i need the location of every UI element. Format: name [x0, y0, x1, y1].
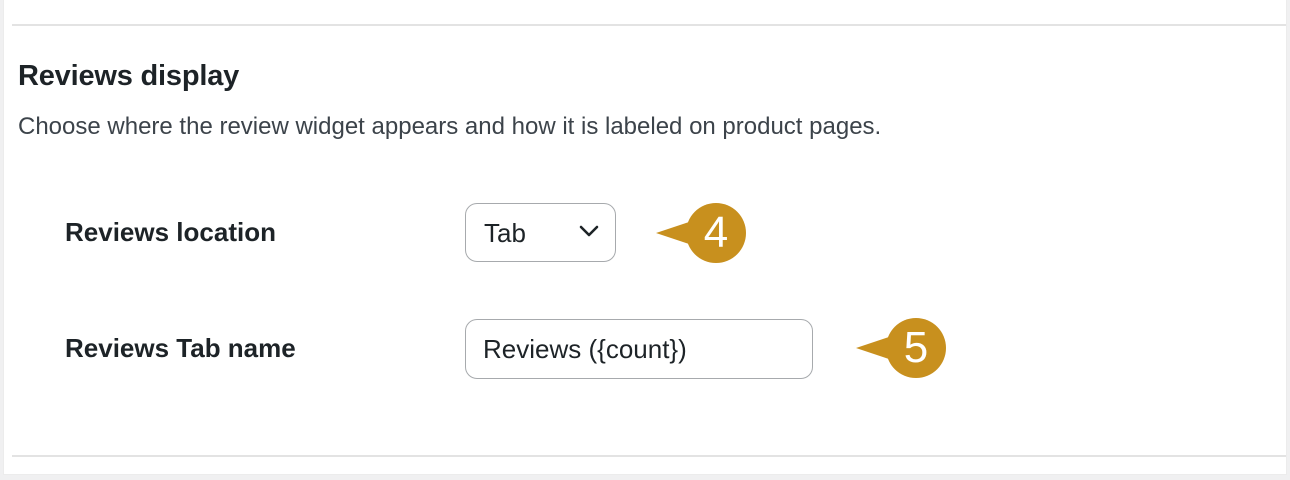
chevron-down-icon [579, 225, 599, 237]
reviews-location-value: Tab [484, 218, 526, 248]
callout-number: 4 [686, 203, 746, 263]
section-description: Choose where the review widget appears a… [18, 113, 882, 140]
section-title: Reviews display [18, 60, 240, 92]
reviews-tab-name-input[interactable] [465, 319, 813, 379]
callout-marker-location: 4 [656, 203, 746, 263]
reviews-tab-name-label: Reviews Tab name [65, 333, 296, 363]
callout-marker-tab-name: 5 [856, 318, 946, 378]
reviews-location-label: Reviews location [65, 217, 276, 247]
settings-panel: Reviews display Choose where the review … [4, 0, 1286, 474]
reviews-location-select[interactable]: Tab [465, 203, 616, 262]
bottom-divider [12, 455, 1286, 457]
callout-number: 5 [886, 318, 946, 378]
top-divider [12, 24, 1286, 26]
